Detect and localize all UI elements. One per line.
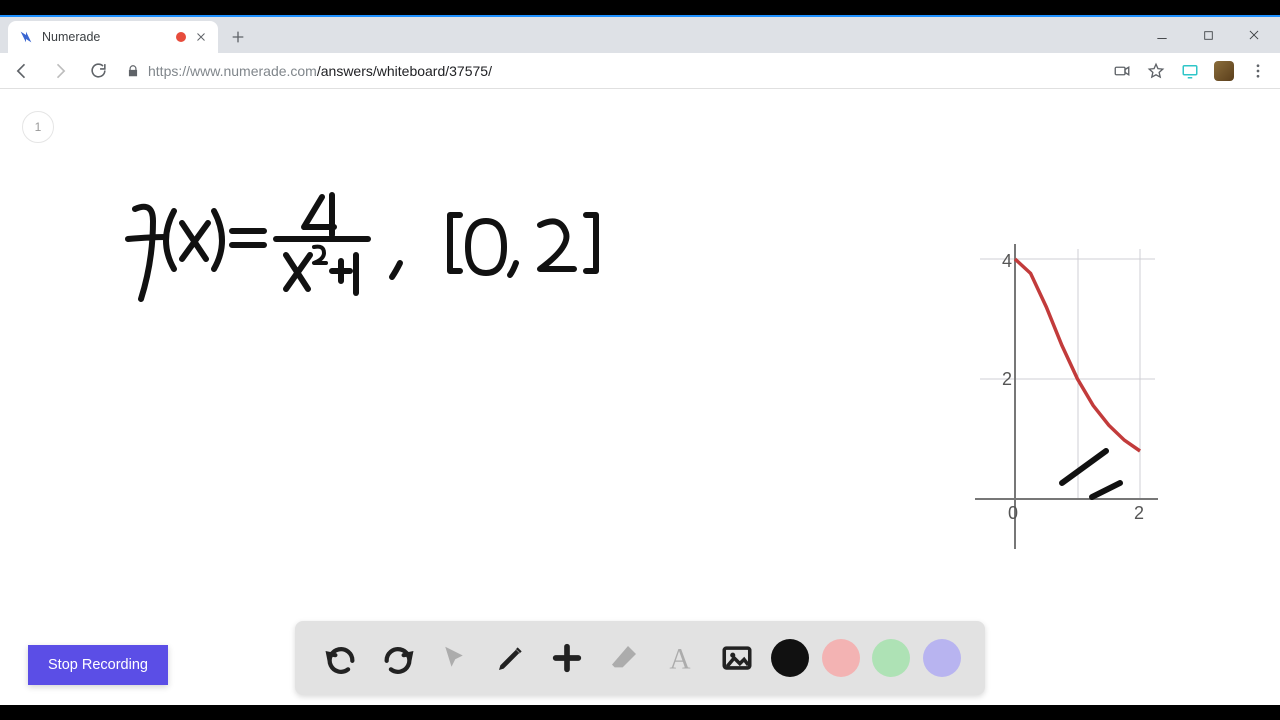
color-black[interactable] xyxy=(771,639,809,677)
window-minimize-button[interactable] xyxy=(1148,21,1176,49)
window-close-button[interactable] xyxy=(1240,21,1268,49)
url-field[interactable]: https://www.numerade.com/answers/whitebo… xyxy=(122,63,1102,79)
browser-window: Numerade xyxy=(0,15,1280,705)
svg-text:A: A xyxy=(670,644,691,674)
new-tab-button[interactable] xyxy=(224,23,252,51)
back-button[interactable] xyxy=(8,57,36,85)
site-favicon xyxy=(18,29,34,45)
forward-button[interactable] xyxy=(46,57,74,85)
kebab-menu-icon[interactable] xyxy=(1248,61,1268,81)
color-purple[interactable] xyxy=(923,639,961,677)
address-bar: https://www.numerade.com/answers/whitebo… xyxy=(0,53,1280,89)
image-tool[interactable] xyxy=(715,636,759,680)
color-pink[interactable] xyxy=(822,639,860,677)
star-icon[interactable] xyxy=(1146,61,1166,81)
reload-button[interactable] xyxy=(84,57,112,85)
page-content: 1 xyxy=(0,89,1280,705)
add-tool[interactable] xyxy=(545,636,589,680)
text-tool[interactable]: A xyxy=(658,636,702,680)
whiteboard-toolbar: A xyxy=(295,621,985,695)
stop-recording-label: Stop Recording xyxy=(48,657,148,673)
y-tick-2: 2 xyxy=(1002,369,1012,389)
profile-avatar[interactable] xyxy=(1214,61,1234,81)
tab-title: Numerade xyxy=(42,30,168,44)
lock-icon xyxy=(126,64,140,78)
function-graph: 4 2 0 2 xyxy=(970,239,1160,549)
window-maximize-button[interactable] xyxy=(1194,21,1222,49)
browser-tab[interactable]: Numerade xyxy=(8,21,218,53)
pencil-tool[interactable] xyxy=(489,636,533,680)
close-tab-button[interactable] xyxy=(194,30,208,44)
undo-button[interactable] xyxy=(319,636,363,680)
url-path: /answers/whiteboard/37575/ xyxy=(317,63,492,79)
stop-recording-button[interactable]: Stop Recording xyxy=(28,645,168,685)
tab-strip: Numerade xyxy=(0,17,1280,53)
y-tick-4: 4 xyxy=(1002,251,1012,271)
handwritten-equation xyxy=(0,89,900,489)
redo-button[interactable] xyxy=(376,636,420,680)
url-host: https://www.numerade.com xyxy=(148,63,317,79)
x-tick-2: 2 xyxy=(1134,503,1144,523)
color-green[interactable] xyxy=(872,639,910,677)
camera-icon[interactable] xyxy=(1112,61,1132,81)
screen-extension-icon[interactable] xyxy=(1180,61,1200,81)
eraser-tool[interactable] xyxy=(602,636,646,680)
recording-indicator-icon xyxy=(176,32,186,42)
x-tick-0: 0 xyxy=(1008,503,1018,523)
cursor-tool[interactable] xyxy=(432,636,476,680)
